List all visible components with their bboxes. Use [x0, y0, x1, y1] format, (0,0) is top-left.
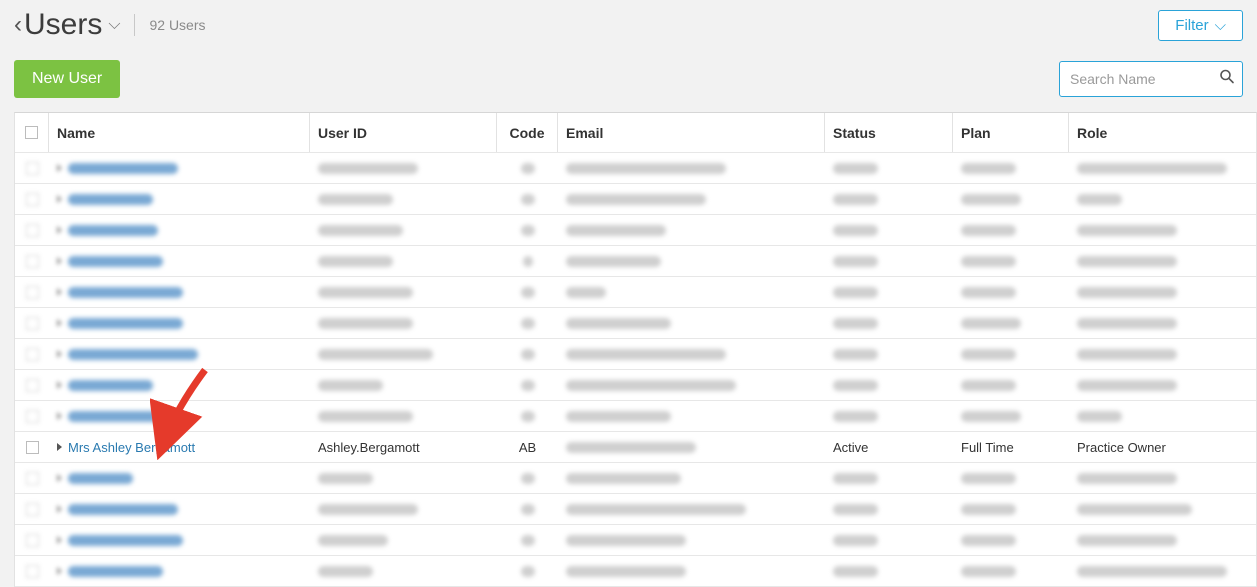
checkbox-icon[interactable]	[26, 162, 39, 175]
expand-icon[interactable]	[57, 443, 62, 451]
table-row[interactable]	[15, 246, 1256, 277]
checkbox-icon[interactable]	[26, 286, 39, 299]
checkbox-icon[interactable]	[26, 224, 39, 237]
table-row[interactable]	[15, 494, 1256, 525]
cell-plan: Full Time	[953, 432, 1069, 462]
checkbox-icon[interactable]	[26, 410, 39, 423]
table-row[interactable]	[15, 308, 1256, 339]
filter-label: Filter	[1175, 17, 1208, 34]
cell-email	[558, 432, 825, 462]
checkbox-icon[interactable]	[26, 441, 39, 454]
checkbox-icon[interactable]	[26, 193, 39, 206]
checkbox-icon[interactable]	[26, 379, 39, 392]
expand-icon[interactable]	[57, 319, 62, 327]
user-count: 92 Users	[149, 17, 205, 33]
checkbox-icon[interactable]	[26, 472, 39, 485]
expand-icon[interactable]	[57, 257, 62, 265]
select-all-header[interactable]	[15, 113, 49, 152]
table-row[interactable]	[15, 339, 1256, 370]
column-email[interactable]: Email	[558, 113, 825, 152]
table-row[interactable]	[15, 401, 1256, 432]
expand-icon[interactable]	[57, 350, 62, 358]
checkbox-icon[interactable]	[26, 348, 39, 361]
column-status[interactable]: Status	[825, 113, 953, 152]
cell-status: Active	[825, 432, 953, 462]
checkbox-icon[interactable]	[25, 126, 38, 139]
expand-icon[interactable]	[57, 505, 62, 513]
column-role[interactable]: Role	[1069, 113, 1256, 152]
expand-icon[interactable]	[57, 412, 62, 420]
table-row[interactable]	[15, 215, 1256, 246]
table-row[interactable]	[15, 463, 1256, 494]
cell-code: AB	[497, 432, 558, 462]
new-user-button[interactable]: New User	[14, 60, 120, 98]
divider	[134, 14, 135, 36]
table-row[interactable]	[15, 556, 1256, 587]
cell-role: Practice Owner	[1069, 432, 1256, 462]
column-user-id[interactable]: User ID	[310, 113, 497, 152]
table-row[interactable]	[15, 525, 1256, 556]
checkbox-icon[interactable]	[26, 317, 39, 330]
users-table: Name User ID Code Email Status Plan Role	[14, 112, 1257, 587]
checkbox-icon[interactable]	[26, 503, 39, 516]
table-header: Name User ID Code Email Status Plan Role	[15, 113, 1256, 153]
title-dropdown-icon[interactable]: ⌵	[108, 16, 120, 34]
checkbox-icon[interactable]	[26, 255, 39, 268]
expand-icon[interactable]	[57, 195, 62, 203]
column-code[interactable]: Code	[497, 113, 558, 152]
expand-icon[interactable]	[57, 164, 62, 172]
table-row[interactable]	[15, 277, 1256, 308]
table-row[interactable]	[15, 370, 1256, 401]
expand-icon[interactable]	[57, 381, 62, 389]
table-row[interactable]: Mrs Ashley Bergamott Ashley.Bergamott AB…	[15, 432, 1256, 463]
user-name-link[interactable]: Mrs Ashley Bergamott	[68, 440, 195, 455]
cell-user-id: Ashley.Bergamott	[310, 432, 497, 462]
column-plan[interactable]: Plan	[953, 113, 1069, 152]
table-row[interactable]	[15, 184, 1256, 215]
checkbox-icon[interactable]	[26, 534, 39, 547]
filter-button[interactable]: Filter ⌵	[1158, 10, 1243, 41]
expand-icon[interactable]	[57, 226, 62, 234]
checkbox-icon[interactable]	[26, 565, 39, 578]
expand-icon[interactable]	[57, 474, 62, 482]
expand-icon[interactable]	[57, 567, 62, 575]
expand-icon[interactable]	[57, 536, 62, 544]
column-name[interactable]: Name	[49, 113, 310, 152]
search-input[interactable]	[1059, 61, 1243, 97]
chevron-down-icon: ⌵	[1215, 17, 1226, 34]
page-title: Users	[24, 8, 102, 42]
expand-icon[interactable]	[57, 288, 62, 296]
back-chevron-icon[interactable]: ‹	[14, 11, 22, 39]
table-row[interactable]	[15, 153, 1256, 184]
